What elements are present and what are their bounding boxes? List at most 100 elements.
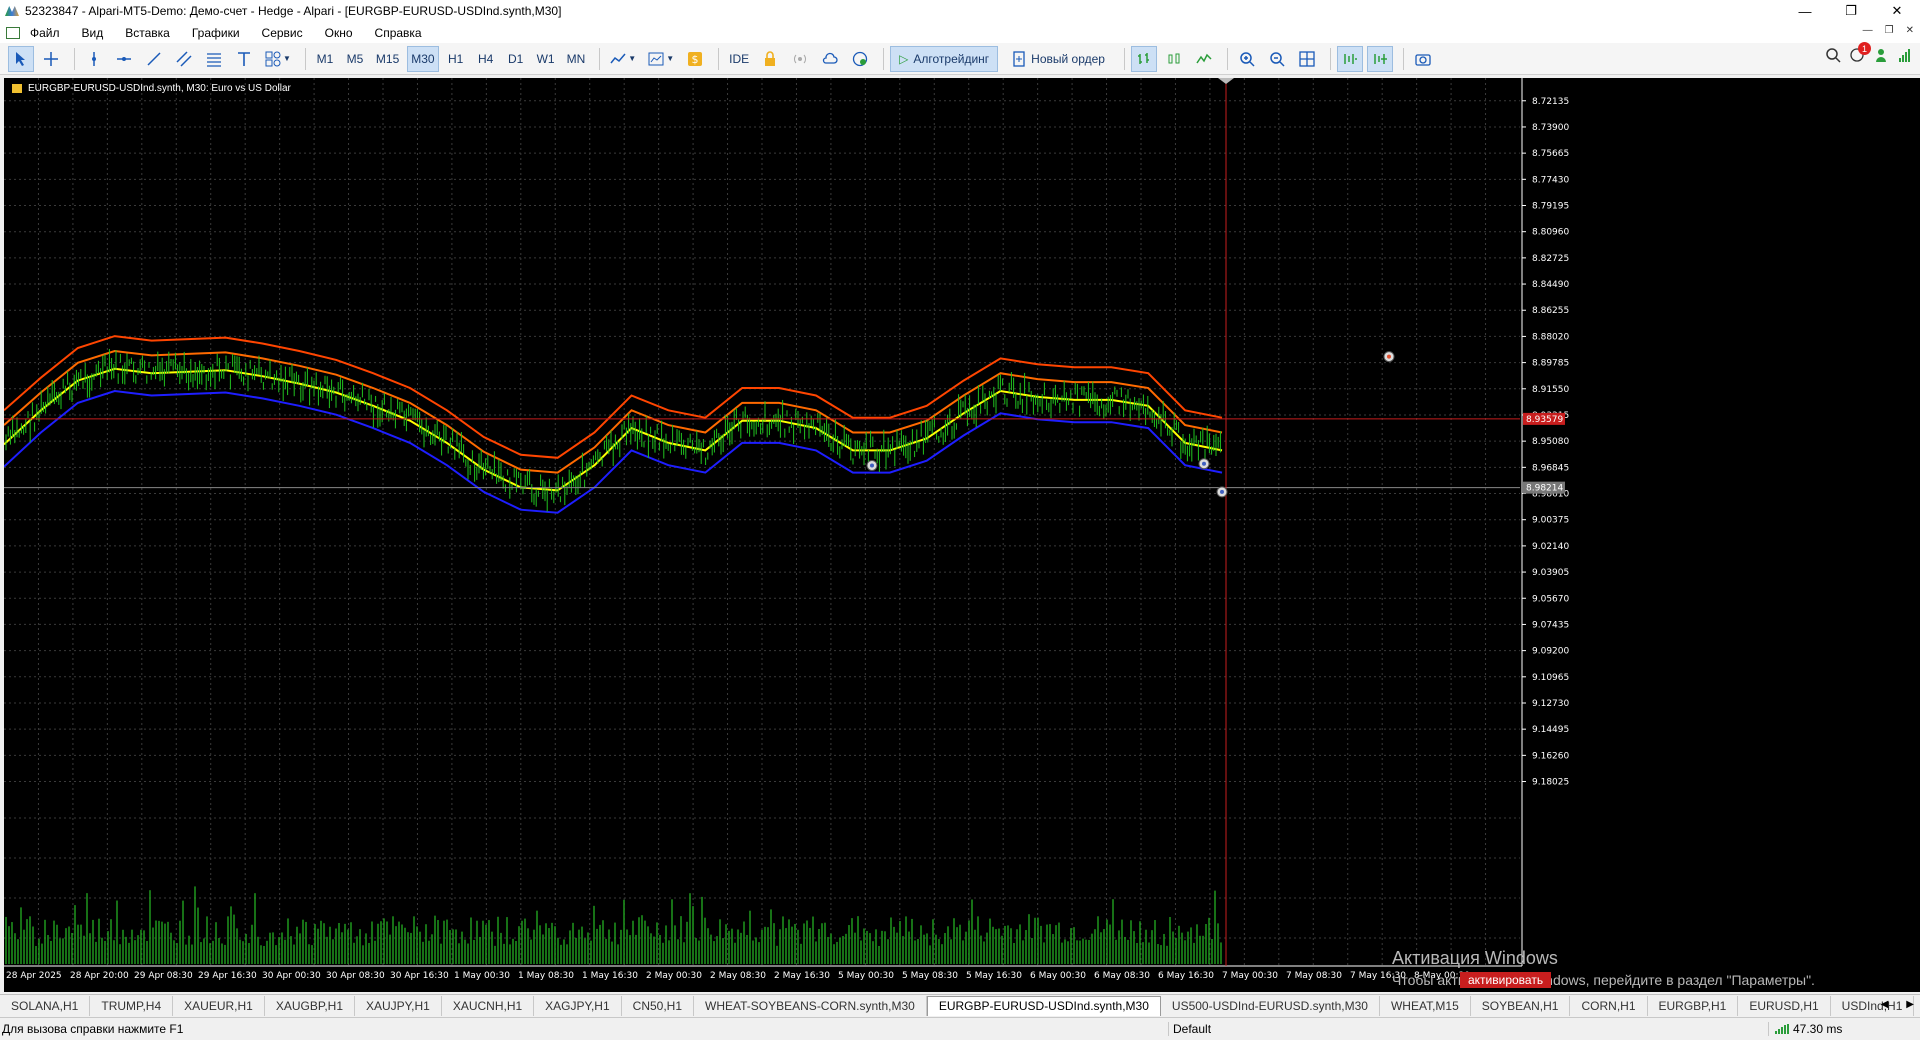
- menu-help[interactable]: Справка: [375, 26, 422, 40]
- chart-tab[interactable]: XAGJPY,H1: [534, 995, 622, 1016]
- vps-button[interactable]: [817, 46, 843, 72]
- timeframe-d1-button[interactable]: D1: [503, 46, 529, 72]
- auto-scroll-button[interactable]: [1336, 45, 1363, 72]
- new-order-label: Новый ордер: [1031, 51, 1105, 66]
- connection-signal-icon: [1899, 48, 1910, 62]
- chart-tab[interactable]: XAUGBP,H1: [265, 995, 355, 1016]
- help-hint: Для вызова справки нажмите F1: [2, 1022, 184, 1036]
- menu-window[interactable]: Окно: [325, 26, 353, 40]
- mdi-minimize-icon[interactable]: —: [1863, 25, 1873, 36]
- y-tick-label: 8.82725: [1532, 254, 1569, 264]
- timeframe-m5-button[interactable]: M5: [342, 46, 368, 72]
- chart-tab[interactable]: EURGBP,H1: [1648, 995, 1739, 1016]
- timeframe-mn-button[interactable]: MN: [563, 46, 590, 72]
- tab-scroll-left-icon[interactable]: ◀: [1881, 999, 1889, 1010]
- menu-charts[interactable]: Графики: [192, 26, 240, 40]
- chart-tab[interactable]: WHEAT,M15: [1380, 995, 1471, 1016]
- crosshair-tool-button[interactable]: [38, 46, 64, 72]
- chart-shift-marker-icon[interactable]: [1218, 78, 1234, 84]
- x-tick-label: 2 May 08:30: [710, 971, 766, 981]
- tab-scroll-right-icon[interactable]: ▶: [1906, 999, 1914, 1010]
- cursor-tool-button[interactable]: [8, 45, 34, 72]
- lock-icon: [765, 50, 776, 66]
- vertical-line-button[interactable]: [81, 46, 107, 72]
- globe-icon: [852, 51, 868, 66]
- minimize-button[interactable]: —: [1782, 0, 1828, 22]
- horizontal-line-button[interactable]: [111, 46, 137, 72]
- timeframe-w1-button[interactable]: W1: [533, 46, 559, 72]
- notifications-button[interactable]: 1: [1849, 42, 1871, 64]
- zoom-out-button[interactable]: [1264, 46, 1290, 72]
- signals-button[interactable]: [787, 46, 813, 72]
- template-icon: [648, 52, 664, 65]
- text-tool-button[interactable]: [231, 46, 257, 72]
- mdi-close-icon[interactable]: ✕: [1906, 25, 1914, 36]
- chart-tab[interactable]: SOYBEAN,H1: [1471, 995, 1571, 1016]
- menu-file[interactable]: Файл: [30, 26, 60, 40]
- price-chart[interactable]: 8.72135 8.73900 8.75665 8.77430 8.79195 8.809…: [4, 78, 1920, 992]
- chart-tab[interactable]: TRUMP,H4: [90, 995, 174, 1016]
- zoom-in-button[interactable]: [1234, 46, 1260, 72]
- trend-line-button[interactable]: [141, 46, 167, 72]
- menu-insert[interactable]: Вставка: [125, 26, 170, 40]
- chart-tab[interactable]: XAUEUR,H1: [173, 995, 265, 1016]
- bar-chart-button[interactable]: [1130, 45, 1157, 72]
- menu-tools[interactable]: Сервис: [262, 26, 303, 40]
- mdi-restore-icon[interactable]: ❐: [1885, 25, 1894, 36]
- timeframe-m30-button[interactable]: M30: [407, 45, 439, 72]
- chart-tab[interactable]: SOLANA,H1: [0, 995, 91, 1016]
- restore-button[interactable]: ❐: [1828, 0, 1874, 22]
- chart-tab[interactable]: XAUCNH,H1: [442, 995, 535, 1016]
- chart-tab[interactable]: US500-USDInd-EURUSD.synth,M30: [1161, 995, 1380, 1016]
- indicators-dropdown-button[interactable]: ▼: [606, 46, 640, 72]
- chart-title: EURGBP-EURUSD-USDInd.synth, M30: Euro vs…: [28, 83, 291, 94]
- search-icon[interactable]: [1825, 47, 1841, 63]
- trade-marker-dot: [870, 463, 874, 468]
- x-tick-label: 1 May 08:30: [518, 971, 574, 981]
- fibonacci-button[interactable]: [201, 46, 227, 72]
- windows-activation-hint: Чтобы активировать Windows, перейдите в …: [1392, 972, 1815, 988]
- timeframe-m15-button[interactable]: M15: [372, 46, 403, 72]
- chart-canvas[interactable]: 8.72135 8.73900 8.75665 8.77430 8.79195 8.809…: [4, 78, 1920, 992]
- algo-trading-button[interactable]: ▷ Алготрейдинг: [890, 45, 999, 72]
- title-bar: 52323847 - Alpari-MT5-Demo: Демо-счет - …: [0, 0, 1920, 22]
- timeframe-m1-button[interactable]: M1: [312, 46, 338, 72]
- account-icon[interactable]: [1875, 47, 1891, 63]
- chart-tab[interactable]: WHEAT-SOYBEANS-CORN.synth,M30: [694, 995, 927, 1016]
- new-order-button[interactable]: Новый ордер: [1002, 46, 1114, 72]
- y-tick-label: 8.79195: [1532, 202, 1569, 212]
- order-icon: [1013, 50, 1025, 67]
- lock-button[interactable]: [757, 46, 783, 72]
- close-button[interactable]: ✕: [1874, 0, 1920, 22]
- line-chart-button[interactable]: [1191, 46, 1217, 72]
- chart-tab[interactable]: CORN,H1: [1570, 995, 1648, 1016]
- community-button[interactable]: [847, 46, 873, 72]
- x-tick-label: 6 May 08:30: [1094, 971, 1150, 981]
- chart-tab[interactable]: XAUJPY,H1: [355, 995, 442, 1016]
- grid-icon: [1299, 50, 1315, 67]
- screenshot-button[interactable]: [1410, 46, 1436, 72]
- profile-name[interactable]: Default: [1168, 1022, 1768, 1036]
- timeframe-h1-button[interactable]: H1: [443, 46, 469, 72]
- connection-status[interactable]: 47.30 ms: [1768, 1022, 1842, 1036]
- tile-windows-button[interactable]: [1294, 46, 1320, 72]
- chart-tab[interactable]: EURUSD,H1: [1738, 995, 1831, 1016]
- chart-tab[interactable]: EURGBP-EURUSD-USDInd.synth,M30: [926, 995, 1161, 1016]
- chart-tab[interactable]: CN50,H1: [622, 995, 695, 1016]
- y-tick-label: 9.02140: [1532, 542, 1569, 552]
- shapes-dropdown-button[interactable]: ▼: [261, 46, 295, 72]
- timeframe-h4-button[interactable]: H4: [473, 46, 499, 72]
- chart-shift-button[interactable]: [1366, 45, 1393, 72]
- templates-dropdown-button[interactable]: ▼: [644, 46, 678, 72]
- candles-button[interactable]: [1161, 46, 1187, 72]
- market-button[interactable]: $: [682, 46, 708, 72]
- menu-view[interactable]: Вид: [82, 26, 104, 40]
- zoom-out-icon: [1270, 51, 1285, 67]
- activate-button[interactable]: активировать: [1460, 972, 1552, 988]
- y-tick-label: 8.96845: [1532, 463, 1569, 473]
- ide-button[interactable]: IDE: [725, 46, 753, 72]
- chart-window-icon[interactable]: [6, 26, 20, 39]
- play-icon: ▷: [899, 51, 909, 66]
- channel-button[interactable]: [171, 46, 197, 72]
- camera-icon: [1415, 53, 1431, 66]
